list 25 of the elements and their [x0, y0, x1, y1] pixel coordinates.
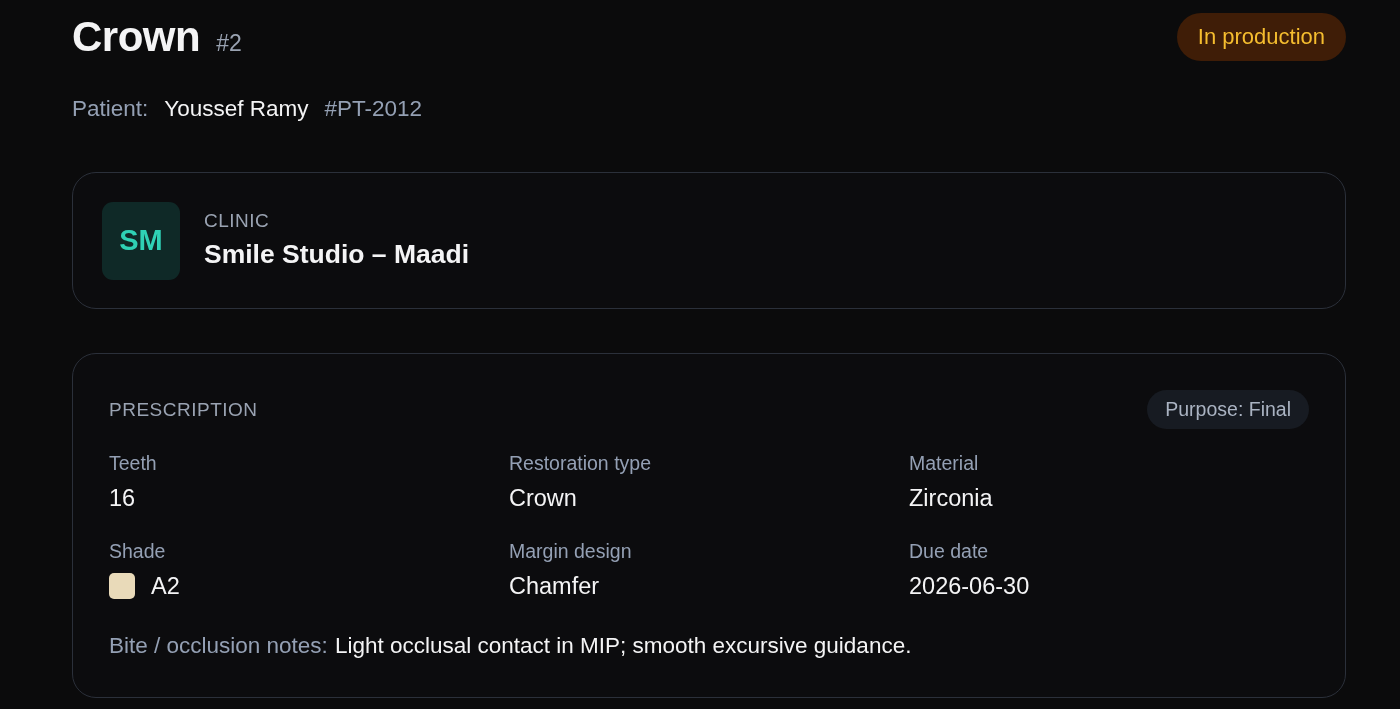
case-number: #2	[216, 29, 242, 58]
field-label: Shade	[109, 539, 166, 565]
case-title: Crown	[72, 12, 201, 62]
field-value: 2026-06-30	[909, 571, 1030, 601]
field-label: Restoration type	[509, 451, 651, 477]
clinic-avatar: SM	[102, 201, 180, 280]
patient-label: Patient:	[72, 95, 149, 124]
field-label: Teeth	[109, 451, 157, 477]
field-value: A2	[151, 571, 180, 601]
clinic-name: Smile Studio – Maadi	[204, 238, 470, 271]
prescription-heading: PRESCRIPTION	[109, 397, 258, 422]
purpose-badge: Purpose: Final	[1147, 390, 1309, 430]
field-value: 16	[109, 483, 136, 513]
field-value: Chamfer	[509, 571, 600, 601]
notes-text: Light occlusal contact in MIP; smooth excursive guidance.	[334, 632, 912, 661]
field-label: Margin design	[509, 539, 632, 565]
field-value: Zirconia	[909, 483, 993, 513]
field-value: Crown	[509, 483, 577, 513]
patient-id: #PT-2012	[324, 95, 423, 124]
status-badge: In production	[1176, 12, 1346, 62]
clinic-label: CLINIC	[204, 208, 271, 233]
notes-label: Bite / occlusion notes:	[109, 632, 328, 661]
field-label: Material	[909, 451, 979, 477]
field-label: Due date	[909, 539, 989, 565]
patient-name: Youssef Ramy	[164, 95, 309, 124]
